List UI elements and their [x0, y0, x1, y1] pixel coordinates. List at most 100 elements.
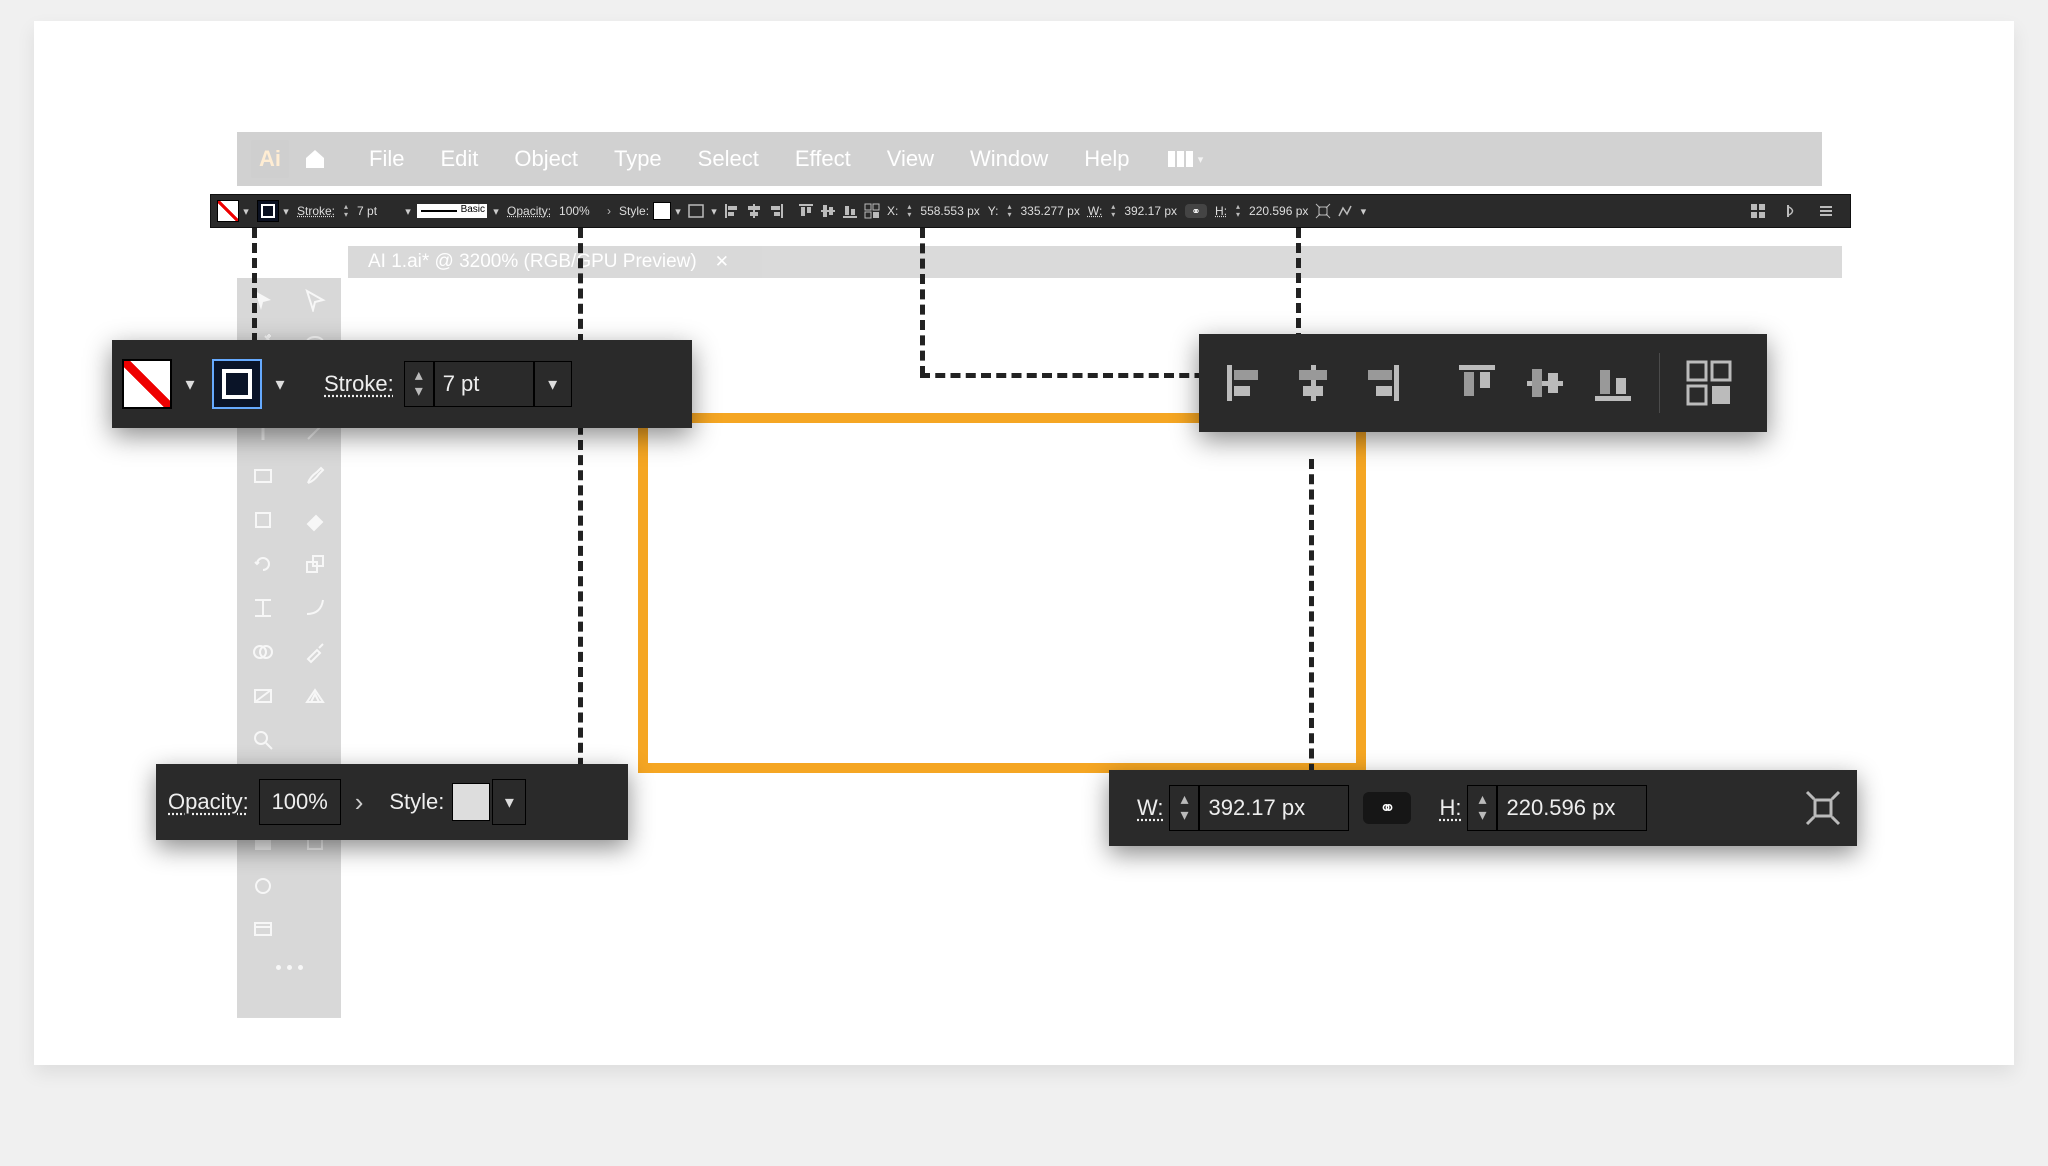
y-stepper[interactable]: ▴▾: [1002, 203, 1016, 219]
close-icon[interactable]: ✕: [715, 252, 729, 272]
x-value[interactable]: 558.553 px: [916, 204, 983, 218]
brush-preview[interactable]: Basic: [417, 204, 487, 218]
chevron-down-icon[interactable]: ▾: [489, 205, 503, 218]
y-value[interactable]: 335.277 px: [1016, 204, 1083, 218]
panel-menu-icon[interactable]: [1818, 203, 1834, 219]
opacity-value[interactable]: 100%: [259, 779, 341, 825]
width-stepper[interactable]: ▴▾: [1169, 785, 1199, 831]
width-value[interactable]: 392.17 px: [1199, 785, 1349, 831]
align-vcenter-icon[interactable]: [1523, 361, 1567, 405]
selection-tool-icon[interactable]: [237, 278, 289, 322]
w-stepper[interactable]: ▴▾: [1106, 203, 1120, 219]
callout-line: [920, 228, 925, 376]
direct-selection-tool-icon[interactable]: [289, 278, 341, 322]
stroke-value[interactable]: 7 pt: [353, 204, 401, 218]
chevron-down-icon[interactable]: ▾: [172, 361, 208, 407]
align-top-icon[interactable]: [797, 202, 815, 220]
chevron-right-icon[interactable]: ›: [603, 204, 615, 218]
constrain-proportions-icon[interactable]: [1803, 788, 1843, 828]
eyedropper-tool-icon[interactable]: [289, 630, 341, 674]
chevron-down-icon[interactable]: ▾: [492, 779, 526, 825]
shaper-tool-icon[interactable]: [237, 498, 289, 542]
chevron-down-icon[interactable]: ▾: [707, 205, 721, 218]
gradient-tool-icon[interactable]: [237, 674, 289, 718]
chevron-down-icon[interactable]: ▾: [1356, 205, 1370, 218]
opacity-value[interactable]: 100%: [555, 204, 603, 218]
stroke-swatch[interactable]: [257, 200, 279, 222]
height-value[interactable]: 220.596 px: [1497, 785, 1647, 831]
style-label: Style:: [619, 204, 649, 218]
align-bottom-icon[interactable]: [1591, 361, 1635, 405]
constrain-icon[interactable]: [1314, 202, 1332, 220]
align-left-icon[interactable]: [723, 202, 741, 220]
fill-swatch[interactable]: [122, 359, 172, 409]
perspective-tool-icon[interactable]: [289, 674, 341, 718]
w-value[interactable]: 392.17 px: [1120, 204, 1181, 218]
hand-tool-icon[interactable]: [289, 718, 341, 762]
menu-object[interactable]: Object: [496, 146, 596, 172]
align-to-key-icon[interactable]: [863, 202, 881, 220]
align-right-icon[interactable]: [767, 202, 785, 220]
x-stepper[interactable]: ▴▾: [902, 203, 916, 219]
chevron-down-icon[interactable]: ▾: [279, 205, 293, 218]
stroke-label: Stroke:: [297, 204, 335, 218]
chevron-down-icon[interactable]: ▾: [1193, 153, 1207, 166]
menu-file[interactable]: File: [351, 146, 422, 172]
chevron-right-icon[interactable]: ›: [355, 787, 364, 818]
screen-mode-icon[interactable]: [237, 908, 289, 952]
arrange-docs-icon[interactable]: [1750, 203, 1766, 219]
h-value[interactable]: 220.596 px: [1245, 204, 1312, 218]
align-top-icon[interactable]: [1455, 361, 1499, 405]
edit-toolbar-icon[interactable]: [237, 952, 341, 982]
menu-help[interactable]: Help: [1066, 146, 1147, 172]
document-setup-icon[interactable]: [687, 202, 705, 220]
menu-view[interactable]: View: [869, 146, 952, 172]
align-to-key-icon[interactable]: [1684, 358, 1734, 408]
align-vcenter-icon[interactable]: [819, 202, 837, 220]
menu-type[interactable]: Type: [596, 146, 680, 172]
menu-effect[interactable]: Effect: [777, 146, 869, 172]
link-wh-icon[interactable]: ⚭: [1363, 792, 1411, 824]
isolate-icon[interactable]: [1336, 202, 1354, 220]
align-left-icon[interactable]: [1223, 361, 1267, 405]
shape-builder-tool-icon[interactable]: [237, 630, 289, 674]
style-swatch[interactable]: [653, 202, 671, 220]
align-bottom-icon[interactable]: [841, 202, 859, 220]
chevron-down-icon[interactable]: ▾: [671, 205, 685, 218]
callout-line: [920, 373, 1235, 378]
menu-select[interactable]: Select: [680, 146, 777, 172]
chevron-down-icon[interactable]: ▾: [239, 205, 253, 218]
chevron-down-icon[interactable]: ▾: [262, 361, 298, 407]
eraser-tool-icon[interactable]: [289, 498, 341, 542]
artwork-selection[interactable]: [638, 413, 1366, 773]
menu-window[interactable]: Window: [952, 146, 1066, 172]
stroke-stepper[interactable]: ▴▾: [339, 203, 353, 219]
width-tool-icon[interactable]: [237, 586, 289, 630]
zoom-tool-icon[interactable]: [237, 718, 289, 762]
scale-tool-icon[interactable]: [289, 542, 341, 586]
chevron-down-icon[interactable]: ▾: [401, 205, 415, 218]
height-stepper[interactable]: ▴▾: [1467, 785, 1497, 831]
home-icon[interactable]: [299, 143, 331, 175]
free-transform-tool-icon[interactable]: [289, 586, 341, 630]
link-wh-icon[interactable]: ⚭: [1185, 204, 1207, 218]
document-tab[interactable]: AI 1.ai* @ 3200% (RGB/GPU Preview) ✕: [348, 246, 1842, 278]
align-right-icon[interactable]: [1359, 361, 1403, 405]
stroke-swatch[interactable]: [212, 359, 262, 409]
align-hcenter-icon[interactable]: [745, 202, 763, 220]
align-hcenter-icon[interactable]: [1291, 361, 1335, 405]
stroke-stepper[interactable]: ▴▾: [404, 361, 434, 407]
stroke-value[interactable]: 7 pt: [434, 361, 534, 407]
control-bar: ▾ ▾ Stroke: ▴▾ 7 pt ▾ Basic ▾ Opacity: 1…: [210, 194, 1851, 228]
rectangle-tool-icon[interactable]: [237, 454, 289, 498]
draw-mode-icon[interactable]: [237, 864, 289, 908]
workspace-switcher-icon[interactable]: [1167, 150, 1193, 168]
style-swatch[interactable]: [452, 783, 490, 821]
chevron-down-icon[interactable]: ▾: [534, 361, 572, 407]
fill-swatch[interactable]: [217, 200, 239, 222]
paintbrush-tool-icon[interactable]: [289, 454, 341, 498]
rotate-tool-icon[interactable]: [237, 542, 289, 586]
h-stepper[interactable]: ▴▾: [1231, 203, 1245, 219]
gpu-preview-icon[interactable]: [1784, 203, 1800, 219]
menu-edit[interactable]: Edit: [422, 146, 496, 172]
